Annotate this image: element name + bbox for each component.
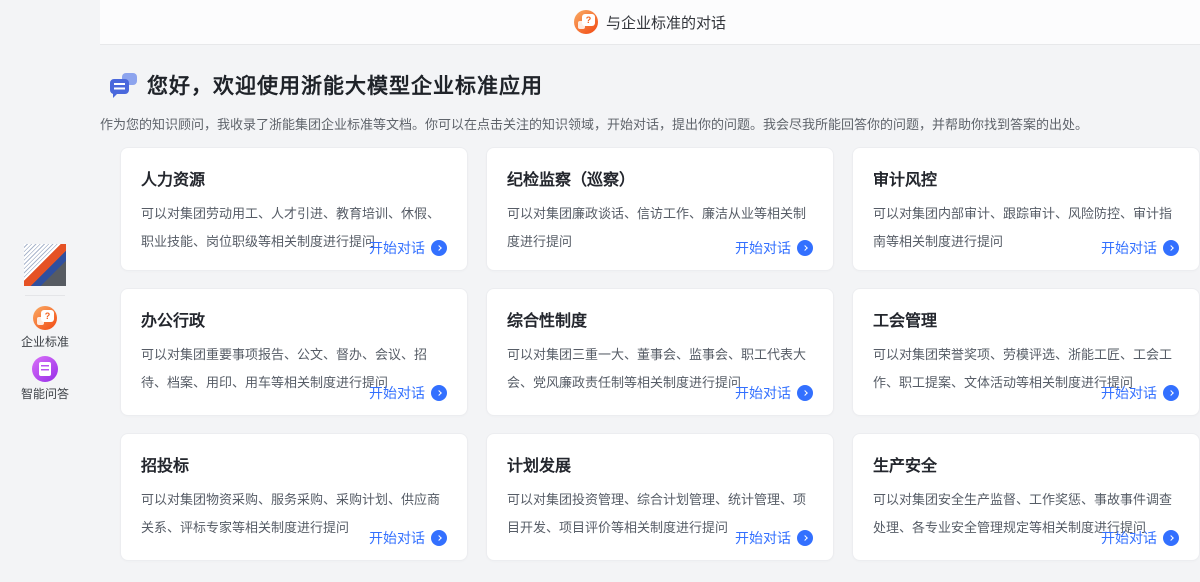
enterprise-standard-icon bbox=[33, 306, 57, 330]
arrow-right-icon bbox=[431, 240, 447, 256]
side-nav: 企业标准 智能问答 bbox=[0, 244, 90, 402]
start-chat-label: 开始对话 bbox=[1101, 238, 1157, 258]
card-comprehensive-system[interactable]: 综合性制度 可以对集团三重一大、董事会、监事会、职工代表大会、党风廉政责任制等相… bbox=[486, 288, 834, 416]
start-chat-link[interactable]: 开始对话 bbox=[735, 238, 813, 258]
arrow-right-icon bbox=[797, 240, 813, 256]
start-chat-link[interactable]: 开始对话 bbox=[369, 238, 447, 258]
page-title: 与企业标准的对话 bbox=[606, 12, 726, 33]
card-title: 纪检监察（巡察） bbox=[507, 166, 813, 190]
card-title: 工会管理 bbox=[873, 307, 1179, 331]
sidebar-item-enterprise-standard[interactable]: 企业标准 bbox=[21, 306, 69, 350]
card-title: 人力资源 bbox=[141, 166, 447, 190]
card-title: 计划发展 bbox=[507, 452, 813, 476]
arrow-right-icon bbox=[431, 530, 447, 546]
start-chat-label: 开始对话 bbox=[369, 528, 425, 548]
card-title: 办公行政 bbox=[141, 307, 447, 331]
start-chat-link[interactable]: 开始对话 bbox=[1101, 238, 1179, 258]
smart-qa-icon bbox=[32, 356, 58, 382]
start-chat-label: 开始对话 bbox=[735, 383, 791, 403]
arrow-right-icon bbox=[1163, 530, 1179, 546]
card-title: 审计风控 bbox=[873, 166, 1179, 190]
start-chat-link[interactable]: 开始对话 bbox=[735, 528, 813, 548]
welcome-subtitle: 作为您的知识顾问，我收录了浙能集团企业标准等文档。你可以在点击关注的知识领域，开… bbox=[100, 114, 1180, 133]
top-header: 与企业标准的对话 bbox=[100, 0, 1200, 45]
start-chat-link[interactable]: 开始对话 bbox=[735, 383, 813, 403]
card-office-admin[interactable]: 办公行政 可以对集团重要事项报告、公文、督办、会议、招待、档案、用印、用车等相关… bbox=[120, 288, 468, 416]
start-chat-label: 开始对话 bbox=[735, 528, 791, 548]
card-title: 招投标 bbox=[141, 452, 447, 476]
knowledge-card-grid: 人力资源 可以对集团劳动用工、人才引进、教育培训、休假、职业技能、岗位职级等相关… bbox=[120, 147, 1200, 561]
card-union-management[interactable]: 工会管理 可以对集团荣誉奖项、劳模评选、浙能工匠、工会工作、职工提案、文体活动等… bbox=[852, 288, 1200, 416]
sidebar-item-label: 智能问答 bbox=[21, 385, 69, 402]
card-title: 综合性制度 bbox=[507, 307, 813, 331]
card-production-safety[interactable]: 生产安全 可以对集团安全生产监督、工作奖惩、事故事件调查处理、各专业安全管理规定… bbox=[852, 433, 1200, 561]
zheneng-logo[interactable] bbox=[24, 244, 66, 286]
arrow-right-icon bbox=[431, 385, 447, 401]
card-audit-risk[interactable]: 审计风控 可以对集团内部审计、跟踪审计、风险防控、审计指南等相关制度进行提问 开… bbox=[852, 147, 1200, 271]
arrow-right-icon bbox=[1163, 240, 1179, 256]
sidebar-item-label: 企业标准 bbox=[21, 333, 69, 350]
card-planning-development[interactable]: 计划发展 可以对集团投资管理、综合计划管理、统计管理、项目开发、项目评价等相关制… bbox=[486, 433, 834, 561]
card-human-resources[interactable]: 人力资源 可以对集团劳动用工、人才引进、教育培训、休假、职业技能、岗位职级等相关… bbox=[120, 147, 468, 271]
divider bbox=[25, 295, 65, 296]
welcome-title: 您好，欢迎使用浙能大模型企业标准应用 bbox=[147, 70, 543, 100]
start-chat-link[interactable]: 开始对话 bbox=[1101, 383, 1179, 403]
card-title: 生产安全 bbox=[873, 452, 1179, 476]
card-bidding[interactable]: 招投标 可以对集团物资采购、服务采购、采购计划、供应商关系、评标专家等相关制度进… bbox=[120, 433, 468, 561]
chat-bubbles-icon bbox=[110, 73, 137, 97]
start-chat-link[interactable]: 开始对话 bbox=[369, 383, 447, 403]
start-chat-label: 开始对话 bbox=[369, 238, 425, 258]
chat-question-icon bbox=[574, 10, 598, 34]
card-discipline-inspection[interactable]: 纪检监察（巡察） 可以对集团廉政谈话、信访工作、廉洁从业等相关制度进行提问 开始… bbox=[486, 147, 834, 271]
start-chat-link[interactable]: 开始对话 bbox=[1101, 528, 1179, 548]
start-chat-link[interactable]: 开始对话 bbox=[369, 528, 447, 548]
start-chat-label: 开始对话 bbox=[735, 238, 791, 258]
arrow-right-icon bbox=[1163, 385, 1179, 401]
arrow-right-icon bbox=[797, 385, 813, 401]
welcome-section: 您好，欢迎使用浙能大模型企业标准应用 作为您的知识顾问，我收录了浙能集团企业标准… bbox=[100, 70, 1180, 133]
arrow-right-icon bbox=[797, 530, 813, 546]
start-chat-label: 开始对话 bbox=[369, 383, 425, 403]
start-chat-label: 开始对话 bbox=[1101, 383, 1157, 403]
start-chat-label: 开始对话 bbox=[1101, 528, 1157, 548]
sidebar-item-smart-qa[interactable]: 智能问答 bbox=[21, 356, 69, 402]
